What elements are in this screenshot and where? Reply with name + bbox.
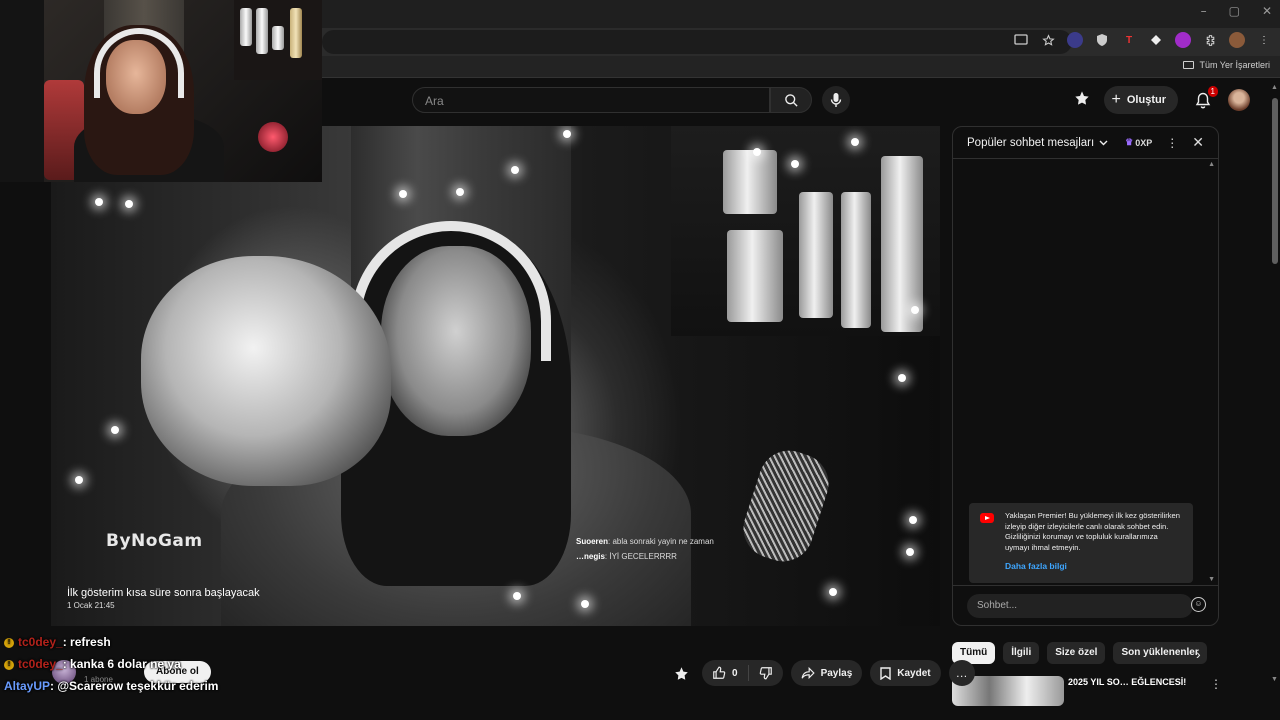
bookmark-star-icon[interactable] <box>1040 32 1056 48</box>
notifications-button[interactable]: 1 <box>1192 86 1218 111</box>
cast-icon[interactable] <box>1013 32 1029 48</box>
header-actions: + Oluştur 1 <box>1074 86 1250 114</box>
chat-header: Popüler sohbet mesajları ♛ 0XP ⋮ ✕ <box>953 127 1218 159</box>
voice-search-button[interactable] <box>822 86 850 114</box>
chevron-right-icon[interactable]: › <box>1196 646 1201 662</box>
diamond-extension-icon[interactable] <box>1148 32 1164 48</box>
xp-label: 0XP <box>1135 137 1153 148</box>
coin-icon: ! <box>4 659 14 670</box>
chat-title: Popüler sohbet mesajları <box>967 136 1095 149</box>
video-overlay-chat-line: …negis: İYİ GECELERRRR <box>576 552 677 561</box>
browser-menu-icon[interactable]: ⋮ <box>1256 32 1272 48</box>
recommendation-chips: Tümü İlgili Size özel Son yüklenenler <box>952 642 1207 664</box>
save-label: Kaydet <box>897 667 931 679</box>
create-label: Oluştur <box>1126 94 1166 106</box>
maximize-button[interactable]: ▢ <box>1229 4 1240 18</box>
dislike-button[interactable] <box>749 666 783 680</box>
stream-overlay-line: ! tc0dey_: refresh <box>4 635 111 649</box>
stream-overlay-line: ! tc0dey_: kanka 6 dolar ne ya <box>4 657 181 671</box>
microphone-icon <box>830 93 842 107</box>
all-bookmarks-button[interactable]: Tüm Yer İşaretleri <box>1183 60 1270 70</box>
premiere-message: İlk gösterim kısa süre sonra başlayacak <box>67 587 260 599</box>
video-overlay-chat-line: Suoeren: abla sonraki yayin ne zaman <box>576 537 714 546</box>
like-button[interactable]: 0 <box>702 665 749 681</box>
chip-related[interactable]: İlgili <box>1003 642 1040 664</box>
chat-input[interactable]: Sohbet... <box>967 594 1193 618</box>
chat-mode-dropdown[interactable]: Popüler sohbet mesajları <box>967 137 1125 149</box>
like-dislike-group: 0 <box>702 660 783 686</box>
chevron-down-icon <box>1099 137 1108 149</box>
all-bookmarks-label: Tüm Yer İşaretleri <box>1199 60 1270 70</box>
webcam-overlay <box>44 0 322 182</box>
notice-text: Yaklaşan Premier! Bu yüklemeyi ilk kez g… <box>1005 511 1181 552</box>
translate-extension-icon[interactable]: T <box>1121 32 1137 48</box>
thumbs-up-icon <box>713 666 726 679</box>
create-button[interactable]: + Oluştur <box>1103 86 1178 114</box>
folder-icon <box>1183 61 1195 69</box>
recommendation-title[interactable]: 2025 YIL SO… EĞLENCESİ! <box>1068 677 1186 687</box>
chat-scroll-up-icon[interactable]: ▲ <box>1208 161 1215 168</box>
chat-menu-icon[interactable]: ⋮ <box>1166 136 1178 150</box>
gem-icon[interactable] <box>1074 90 1090 111</box>
stream-overlay-line: AltayUP: @Scarerow teşekkür ederim <box>4 679 219 693</box>
webcam-left-strip <box>0 0 44 182</box>
puzzle-icon[interactable] <box>1202 32 1218 48</box>
close-chat-icon[interactable]: ✕ <box>1192 134 1204 151</box>
share-icon <box>801 667 815 679</box>
recommendation-menu-icon[interactable]: ⋮ <box>1210 677 1222 691</box>
close-window-button[interactable]: ✕ <box>1262 4 1272 18</box>
profile-avatar-icon[interactable] <box>1229 32 1245 48</box>
more-actions-button[interactable]: … <box>948 660 975 686</box>
learn-more-link[interactable]: Daha fazla bilgi <box>1005 561 1183 572</box>
share-label: Paylaş <box>820 667 853 679</box>
shield-icon[interactable] <box>1094 32 1110 48</box>
chip-for-you[interactable]: Size özel <box>1047 642 1106 664</box>
minimize-button[interactable]: – <box>1201 4 1207 18</box>
search-button[interactable] <box>770 87 812 113</box>
extension-avatar-icon[interactable] <box>1067 32 1083 48</box>
share-button[interactable]: Paylaş <box>790 660 863 686</box>
chip-recent[interactable]: Son yüklenenler <box>1113 642 1207 664</box>
video-player[interactable]: ByNoGam Suoeren: abla sonraki yayin ne z… <box>51 126 940 626</box>
chat-input-row: Sohbet... ☺ <box>953 585 1218 625</box>
like-count: 0 <box>732 667 738 679</box>
emoji-icon[interactable]: ☺ <box>1191 597 1206 612</box>
coin-icon: ! <box>4 637 14 648</box>
extension-icons: T ⋮ <box>1013 32 1272 48</box>
video-fist <box>141 256 391 486</box>
bookmark-icon <box>880 666 891 680</box>
premiere-time: 1 Ocak 21:45 <box>67 601 115 610</box>
purple-extension-icon[interactable] <box>1175 32 1191 48</box>
scroll-down-icon[interactable]: ▼ <box>1271 676 1278 683</box>
video-actions: 0 Paylaş Kaydet … <box>668 660 975 686</box>
video-overlay-chat: Suoeren: abla sonraki yayin ne zaman …ne… <box>576 534 714 564</box>
video-watermark: ByNoGam <box>106 531 203 551</box>
window-controls: – ▢ ✕ <box>1201 4 1272 18</box>
account-avatar[interactable] <box>1228 89 1250 111</box>
address-bar[interactable] <box>322 30 1072 54</box>
crown-icon: ♛ <box>1125 137 1134 147</box>
live-chat-panel: Popüler sohbet mesajları ♛ 0XP ⋮ ✕ ▲ Yak… <box>952 126 1219 626</box>
notification-badge: 1 <box>1207 86 1218 97</box>
plus-icon: + <box>1111 91 1121 108</box>
gem-icon[interactable] <box>668 660 694 686</box>
chat-scroll-down-icon[interactable]: ▼ <box>1208 576 1215 583</box>
scroll-up-icon[interactable]: ▲ <box>1271 84 1278 91</box>
save-button[interactable]: Kaydet <box>870 660 941 686</box>
search-icon <box>784 93 798 107</box>
xp-badge[interactable]: ♛ 0XP <box>1125 137 1152 148</box>
youtube-logo-icon <box>980 513 994 523</box>
search-input[interactable]: Ara <box>412 87 770 113</box>
thumbs-down-icon <box>759 667 772 680</box>
premiere-notice: Yaklaşan Premier! Bu yüklemeyi ilk kez g… <box>969 503 1193 583</box>
page-scrollbar[interactable]: ▲ ▼ <box>1270 84 1280 684</box>
video-shelf <box>671 126 940 336</box>
scrollbar-thumb[interactable] <box>1272 98 1278 264</box>
